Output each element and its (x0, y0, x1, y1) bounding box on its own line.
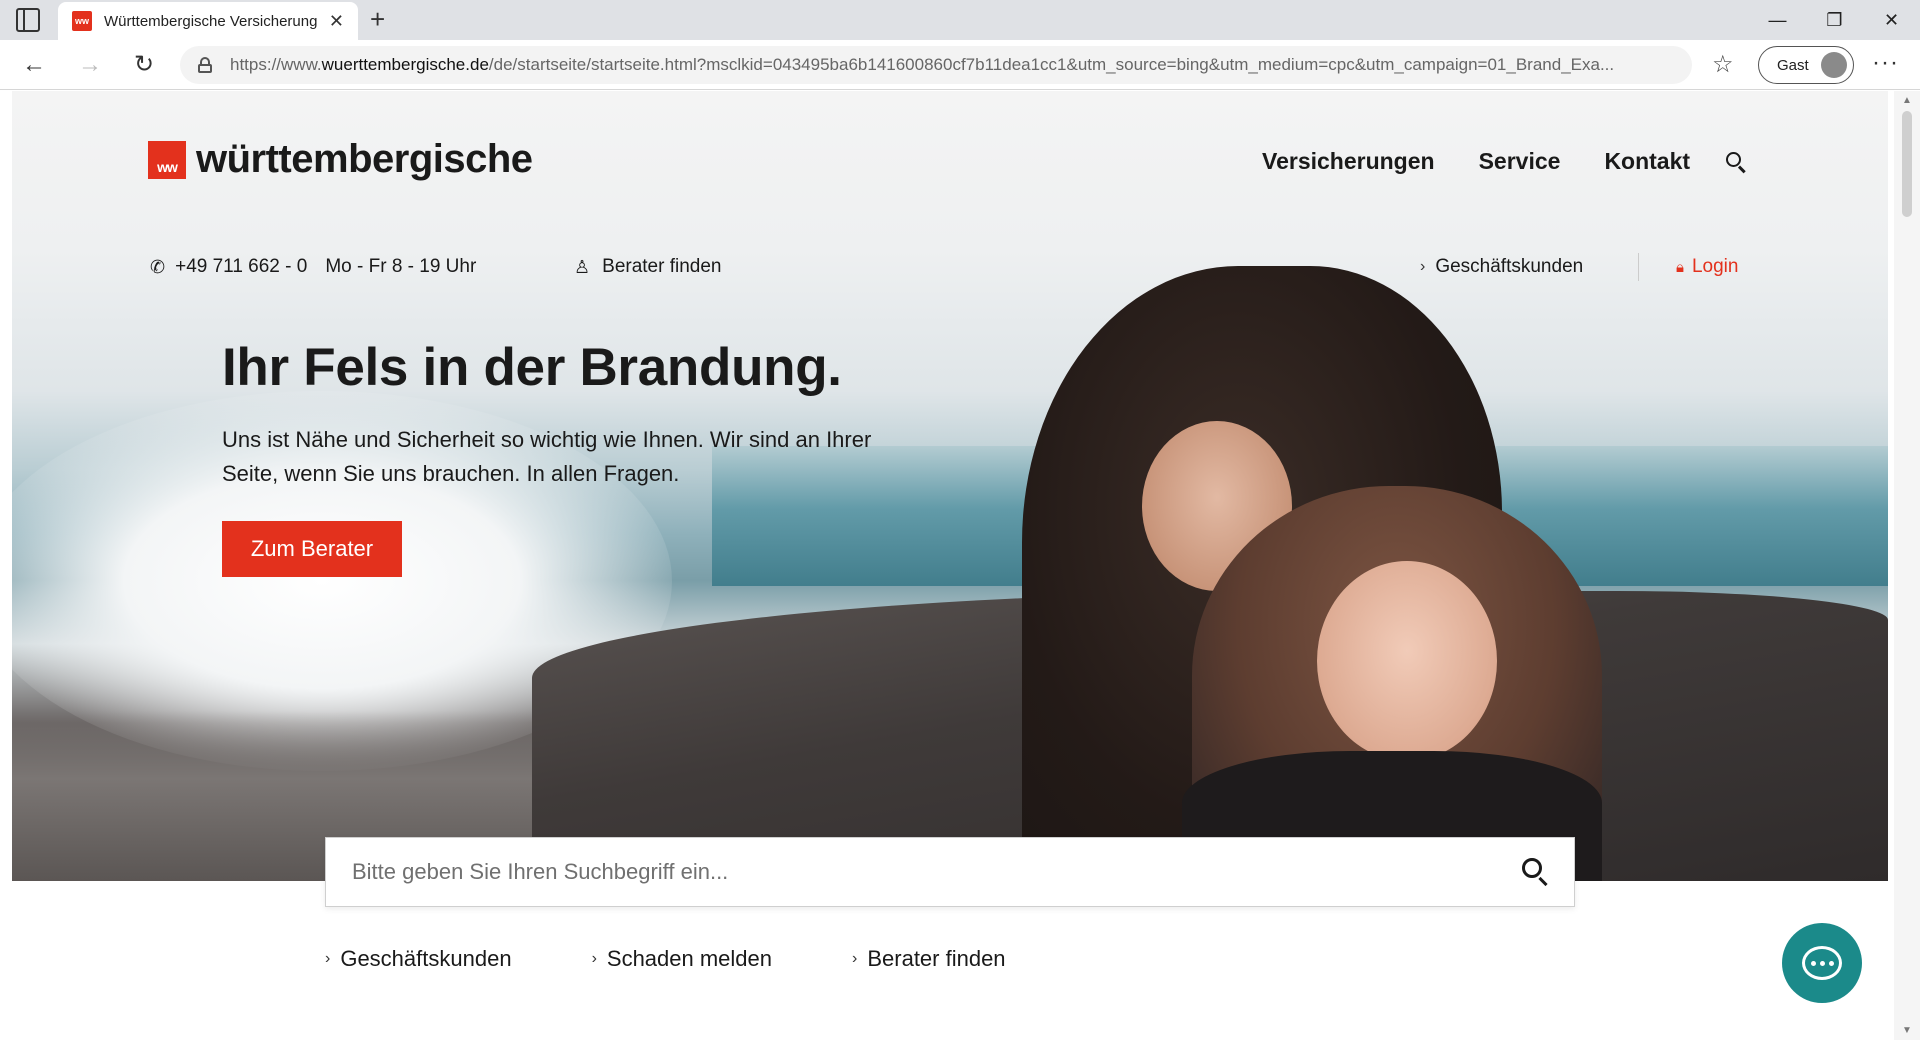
avatar (1821, 52, 1847, 78)
chevron-right-icon: › (852, 950, 858, 967)
login-label: Login (1691, 256, 1739, 277)
logo-text: württembergische (196, 137, 533, 181)
forward-button[interactable]: → (76, 51, 104, 79)
close-window-button[interactable]: ✕ (1863, 0, 1920, 40)
chevron-right-icon: › (325, 950, 331, 967)
profile-label: Gast (1777, 56, 1809, 74)
hero-title: Ihr Fels in der Brandung. (222, 338, 842, 397)
site-logo[interactable]: ww württembergische (148, 137, 533, 182)
geschaeftskunden-link[interactable]: › Geschäftskunden (1420, 256, 1583, 278)
quick-links: › Geschäftskunden › Schaden melden › Ber… (325, 946, 1086, 972)
chat-button[interactable] (1782, 923, 1862, 1003)
url-field[interactable]: https://www.wuerttembergische.de/de/star… (180, 46, 1692, 84)
page-viewport: ww württembergische Versicherungen Servi… (0, 91, 1920, 1040)
favicon-icon: ww (72, 11, 92, 31)
page-scrollbar[interactable]: ▲ ▼ (1894, 91, 1920, 1040)
lock-icon: 🔒︎ (1676, 258, 1684, 276)
restore-button[interactable]: ❐ (1806, 0, 1863, 40)
scroll-down-icon[interactable]: ▼ (1901, 1025, 1913, 1036)
minimize-button[interactable]: — (1749, 0, 1806, 40)
profile-button[interactable]: Gast (1758, 46, 1854, 84)
window-controls: — ❐ ✕ (1749, 0, 1920, 40)
chevron-right-icon: › (1420, 258, 1426, 275)
favorites-icon[interactable]: ☆ (1712, 50, 1734, 79)
login-link[interactable]: 🔒︎ Login (1676, 256, 1738, 278)
address-bar-row: ← → ↻ https://www.wuerttembergische.de/d… (0, 40, 1920, 90)
nav-kontakt[interactable]: Kontakt (1604, 148, 1690, 175)
berater-finden-label: Berater finden (602, 256, 722, 277)
quick-link-schaden-melden[interactable]: › Schaden melden (592, 946, 772, 972)
divider (1638, 253, 1639, 281)
phone-icon: ✆ (150, 256, 166, 277)
more-options-icon[interactable]: ··· (1872, 49, 1899, 77)
tab-title: Württembergische Versicherung (104, 12, 318, 30)
berater-finden-link[interactable]: ♙ Berater finden (574, 256, 722, 278)
quick-link-label: Geschäftskunden (340, 946, 512, 971)
main-navigation: Versicherungen Service Kontakt (1262, 148, 1690, 175)
hero-girl-face (1317, 561, 1497, 761)
url-text[interactable]: https://www.wuerttembergische.de/de/star… (230, 55, 1670, 75)
phone-number: +49 711 662 - 0 (175, 256, 308, 277)
back-button[interactable]: ← (20, 51, 48, 79)
browser-tab-bar: ww Württembergische Versicherung ✕ + — ❐… (0, 0, 1920, 40)
tab-close-icon[interactable]: ✕ (329, 11, 344, 32)
person-icon: ♙ (574, 256, 591, 277)
opening-hours: Mo - Fr 8 - 19 Uhr (325, 256, 477, 277)
phone-contact[interactable]: ✆ +49 711 662 - 0 Mo - Fr 8 - 19 Uhr (150, 256, 476, 278)
quick-link-geschaeftskunden[interactable]: › Geschäftskunden (325, 946, 512, 972)
quick-link-label: Schaden melden (606, 946, 773, 971)
reload-button[interactable]: ↻ (130, 51, 158, 79)
chevron-right-icon: › (591, 950, 597, 967)
search-input[interactable] (352, 859, 1492, 885)
tab-actions-icon[interactable] (16, 8, 40, 32)
search-icon[interactable] (1726, 152, 1748, 174)
chat-icon (1802, 946, 1842, 980)
quick-link-berater-finden[interactable]: › Berater finden (852, 946, 1006, 972)
scroll-thumb[interactable] (1902, 111, 1912, 217)
nav-versicherungen[interactable]: Versicherungen (1262, 148, 1435, 175)
zum-berater-button[interactable]: Zum Berater (222, 521, 402, 577)
scroll-up-icon[interactable]: ▲ (1901, 95, 1913, 106)
lock-icon[interactable] (198, 57, 212, 73)
nav-service[interactable]: Service (1479, 148, 1561, 175)
geschaeftskunden-label: Geschäftskunden (1435, 256, 1584, 277)
hero-subtitle: Uns ist Nähe und Sicherheit so wichtig w… (222, 427, 872, 486)
quick-link-label: Berater finden (867, 946, 1006, 971)
new-tab-button[interactable]: + (370, 6, 385, 32)
logo-mark: ww (148, 140, 186, 179)
browser-tab[interactable]: ww Württembergische Versicherung ✕ (58, 2, 358, 40)
site-search (325, 837, 1575, 907)
search-submit-icon[interactable] (1522, 858, 1552, 888)
